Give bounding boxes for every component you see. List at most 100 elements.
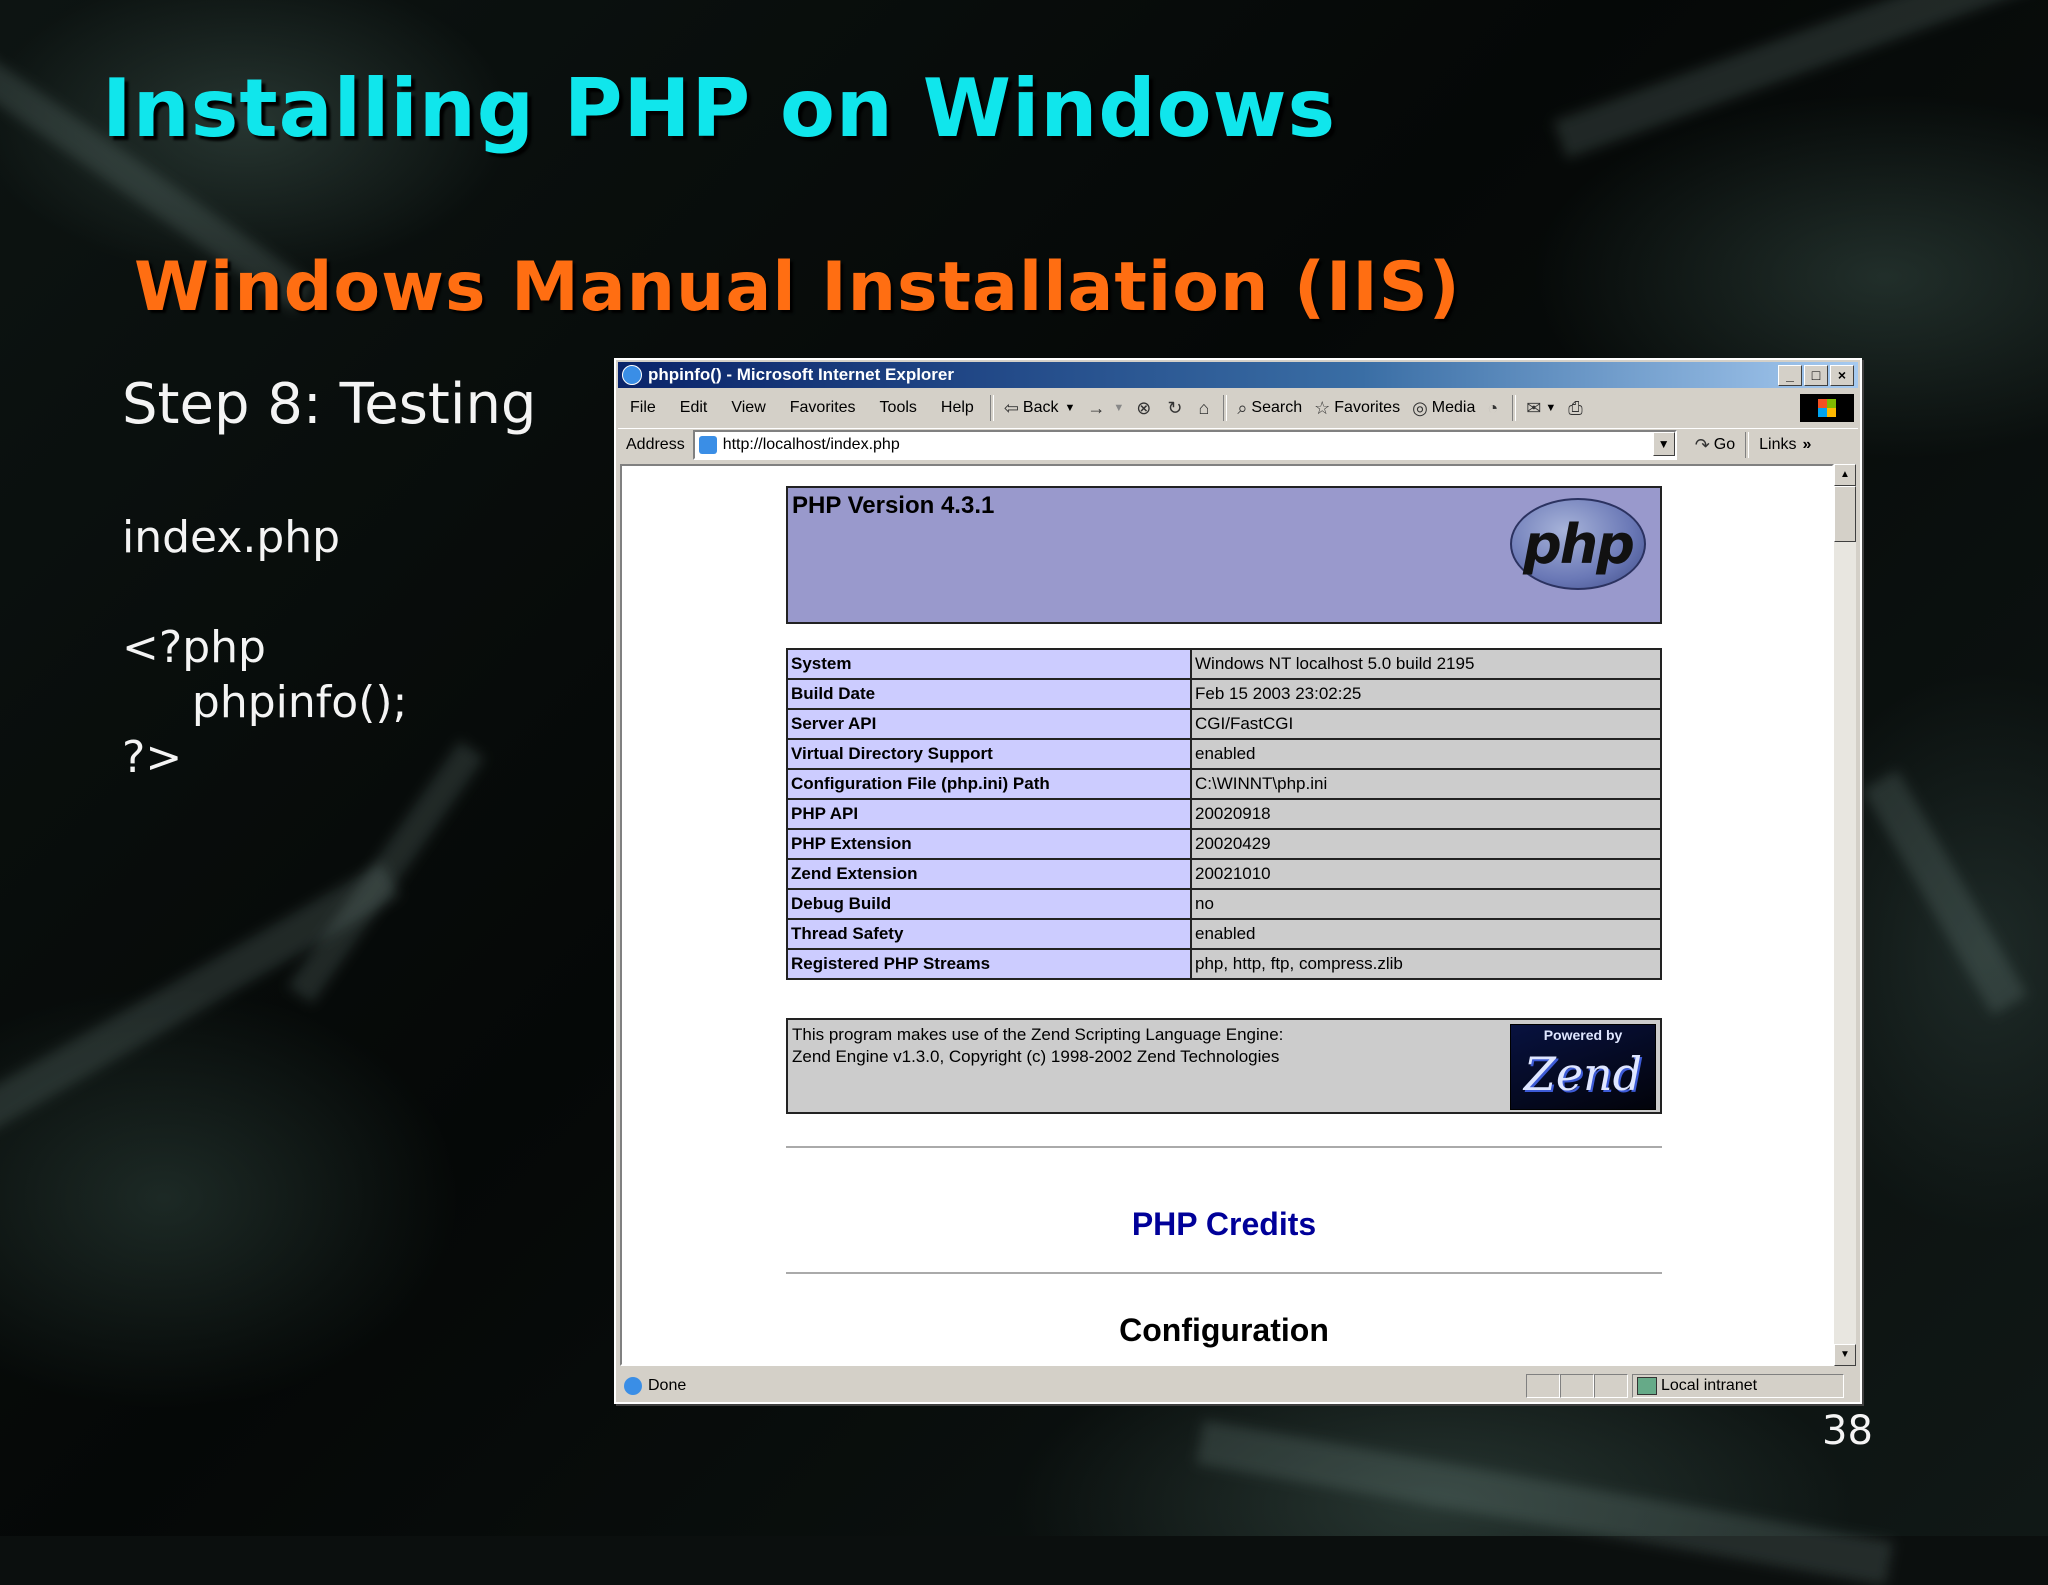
info-value: 20021010 xyxy=(1190,858,1662,890)
php-version: PHP Version 4.3.1 xyxy=(792,492,995,519)
table-row: Debug Build no xyxy=(786,888,1662,920)
intranet-icon xyxy=(1637,1377,1657,1395)
zend-logo-name: Zend xyxy=(1523,1047,1643,1101)
code-line-call: phpinfo(); xyxy=(122,677,408,728)
table-row: Server API CGI/FastCGI xyxy=(786,708,1662,740)
back-dropdown-icon[interactable]: ▼ xyxy=(1064,402,1075,414)
print-icon: ⎙ xyxy=(1568,397,1583,418)
info-key: Build Date xyxy=(786,678,1192,710)
title-bar[interactable]: phpinfo() - Microsoft Internet Explorer … xyxy=(618,362,1858,388)
table-row: Thread Safety enabled xyxy=(786,918,1662,950)
table-row: Virtual Directory Support enabled xyxy=(786,738,1662,770)
info-value: php, http, ftp, compress.zlib xyxy=(1190,948,1662,980)
mail-dropdown-icon[interactable]: ▼ xyxy=(1545,402,1556,414)
go-label: Go xyxy=(1713,436,1736,453)
stop-button[interactable]: ⊗ xyxy=(1130,398,1161,419)
configuration-heading: Configuration xyxy=(1119,1312,1329,1348)
php-credits-link[interactable]: PHP Credits xyxy=(786,1206,1662,1243)
maximize-button[interactable]: □ xyxy=(1804,365,1828,386)
scroll-up-icon[interactable]: ▲ xyxy=(1834,464,1856,486)
menu-tools[interactable]: Tools xyxy=(868,399,929,417)
zone-panel: Local intranet xyxy=(1632,1374,1844,1398)
info-key: Thread Safety xyxy=(786,918,1192,950)
info-key: PHP Extension xyxy=(786,828,1192,860)
php-logo[interactable]: php xyxy=(1510,498,1646,590)
info-value: enabled xyxy=(1190,738,1662,770)
table-row: PHP API 20020918 xyxy=(786,798,1662,830)
address-label: Address xyxy=(626,436,685,453)
favorites-button[interactable]: ☆ Favorites xyxy=(1308,398,1406,419)
forward-dropdown-icon[interactable]: ▼ xyxy=(1113,402,1124,414)
info-value: Windows NT localhost 5.0 build 2195 xyxy=(1190,648,1662,680)
phpinfo-table: System Windows NT localhost 5.0 build 219… xyxy=(786,648,1662,980)
forward-button[interactable]: → ▼ xyxy=(1081,398,1130,419)
history-button[interactable]: ◔ xyxy=(1481,398,1508,419)
search-icon: ⌕ xyxy=(1237,397,1248,418)
info-key: Zend Extension xyxy=(786,858,1192,890)
scroll-down-icon[interactable]: ▼ xyxy=(1834,1344,1856,1366)
ie-icon xyxy=(622,365,642,385)
links-button[interactable]: Links » xyxy=(1753,436,1817,454)
mail-icon: ✉ xyxy=(1526,397,1542,418)
menu-edit[interactable]: Edit xyxy=(668,399,720,417)
info-key: Debug Build xyxy=(786,888,1192,920)
address-input[interactable]: http://localhost/index.php ▼ xyxy=(692,430,1677,460)
menu-file[interactable]: File xyxy=(618,399,668,417)
address-url: http://localhost/index.php xyxy=(722,436,900,453)
info-key: Configuration File (php.ini) Path xyxy=(786,768,1192,800)
media-button[interactable]: ◎ Media xyxy=(1406,398,1481,419)
slide-title: Installing PHP on Windows xyxy=(102,62,1337,155)
info-key: Server API xyxy=(786,708,1192,740)
print-button[interactable]: ⎙ xyxy=(1562,398,1592,419)
divider xyxy=(786,1272,1662,1274)
go-button[interactable]: ↷ Go xyxy=(1689,435,1741,456)
info-value: CGI/FastCGI xyxy=(1190,708,1662,740)
menu-help[interactable]: Help xyxy=(929,399,986,417)
status-text: Done xyxy=(648,1377,687,1394)
page-icon xyxy=(698,436,717,454)
menu-toolbar: File Edit View Favorites Tools Help ⇦ Bac… xyxy=(618,392,1858,424)
home-button[interactable]: ⌂ xyxy=(1192,398,1219,419)
php-logo-text: php xyxy=(1523,512,1635,576)
zend-text-line2: Zend Engine v1.3.0, Copyright (c) 1998-2… xyxy=(792,1047,1280,1066)
table-row: Zend Extension 20021010 xyxy=(786,858,1662,890)
code-filename: index.php xyxy=(122,512,341,563)
links-label: Links xyxy=(1759,436,1797,453)
table-row: Registered PHP Streams php, http, ftp, co… xyxy=(786,948,1662,980)
zend-logo-powered-by: Powered by xyxy=(1543,1027,1623,1043)
code-block: index.php <?php phpinfo(); ?> xyxy=(122,510,407,785)
back-button[interactable]: ⇦ Back ▼ xyxy=(998,398,1082,419)
favorites-label: Favorites xyxy=(1334,399,1401,416)
scroll-thumb[interactable] xyxy=(1834,486,1856,542)
chevron-right-icon: » xyxy=(1802,436,1812,453)
status-panel xyxy=(1526,1374,1560,1398)
menu-favorites[interactable]: Favorites xyxy=(778,399,868,417)
back-label: Back xyxy=(1022,399,1059,416)
go-arrow-icon: ↷ xyxy=(1694,434,1710,455)
search-button[interactable]: ⌕ Search xyxy=(1231,398,1308,419)
forward-arrow-icon: → xyxy=(1087,397,1106,418)
media-icon: ◎ xyxy=(1412,397,1428,418)
address-dropdown-icon[interactable]: ▼ xyxy=(1652,432,1675,456)
home-icon: ⌂ xyxy=(1198,397,1210,418)
status-bar: Done Local intranet xyxy=(618,1372,1858,1400)
table-row: Configuration File (php.ini) Path C:\WINN… xyxy=(786,768,1662,800)
window-title: phpinfo() - Microsoft Internet Explorer xyxy=(648,365,954,384)
menu-view[interactable]: View xyxy=(719,399,777,417)
toolbar-separator xyxy=(1223,395,1228,421)
close-button[interactable]: × xyxy=(1830,365,1854,386)
divider xyxy=(786,1146,1662,1148)
info-value: enabled xyxy=(1190,918,1662,950)
vertical-scrollbar[interactable]: ▲ ▼ xyxy=(1834,464,1856,1366)
zend-logo[interactable]: Powered by Zend xyxy=(1510,1024,1656,1110)
zone-text: Local intranet xyxy=(1661,1377,1758,1394)
refresh-button[interactable]: ↻ xyxy=(1161,398,1192,419)
minimize-button[interactable]: _ xyxy=(1778,365,1802,386)
status-panel xyxy=(1594,1374,1628,1398)
slide-number: 38 xyxy=(1822,1408,1873,1454)
mail-button[interactable]: ✉ ▼ xyxy=(1520,398,1562,419)
info-value: no xyxy=(1190,888,1662,920)
media-label: Media xyxy=(1431,399,1476,416)
info-key: Virtual Directory Support xyxy=(786,738,1192,770)
code-line-close: ?> xyxy=(122,732,183,783)
